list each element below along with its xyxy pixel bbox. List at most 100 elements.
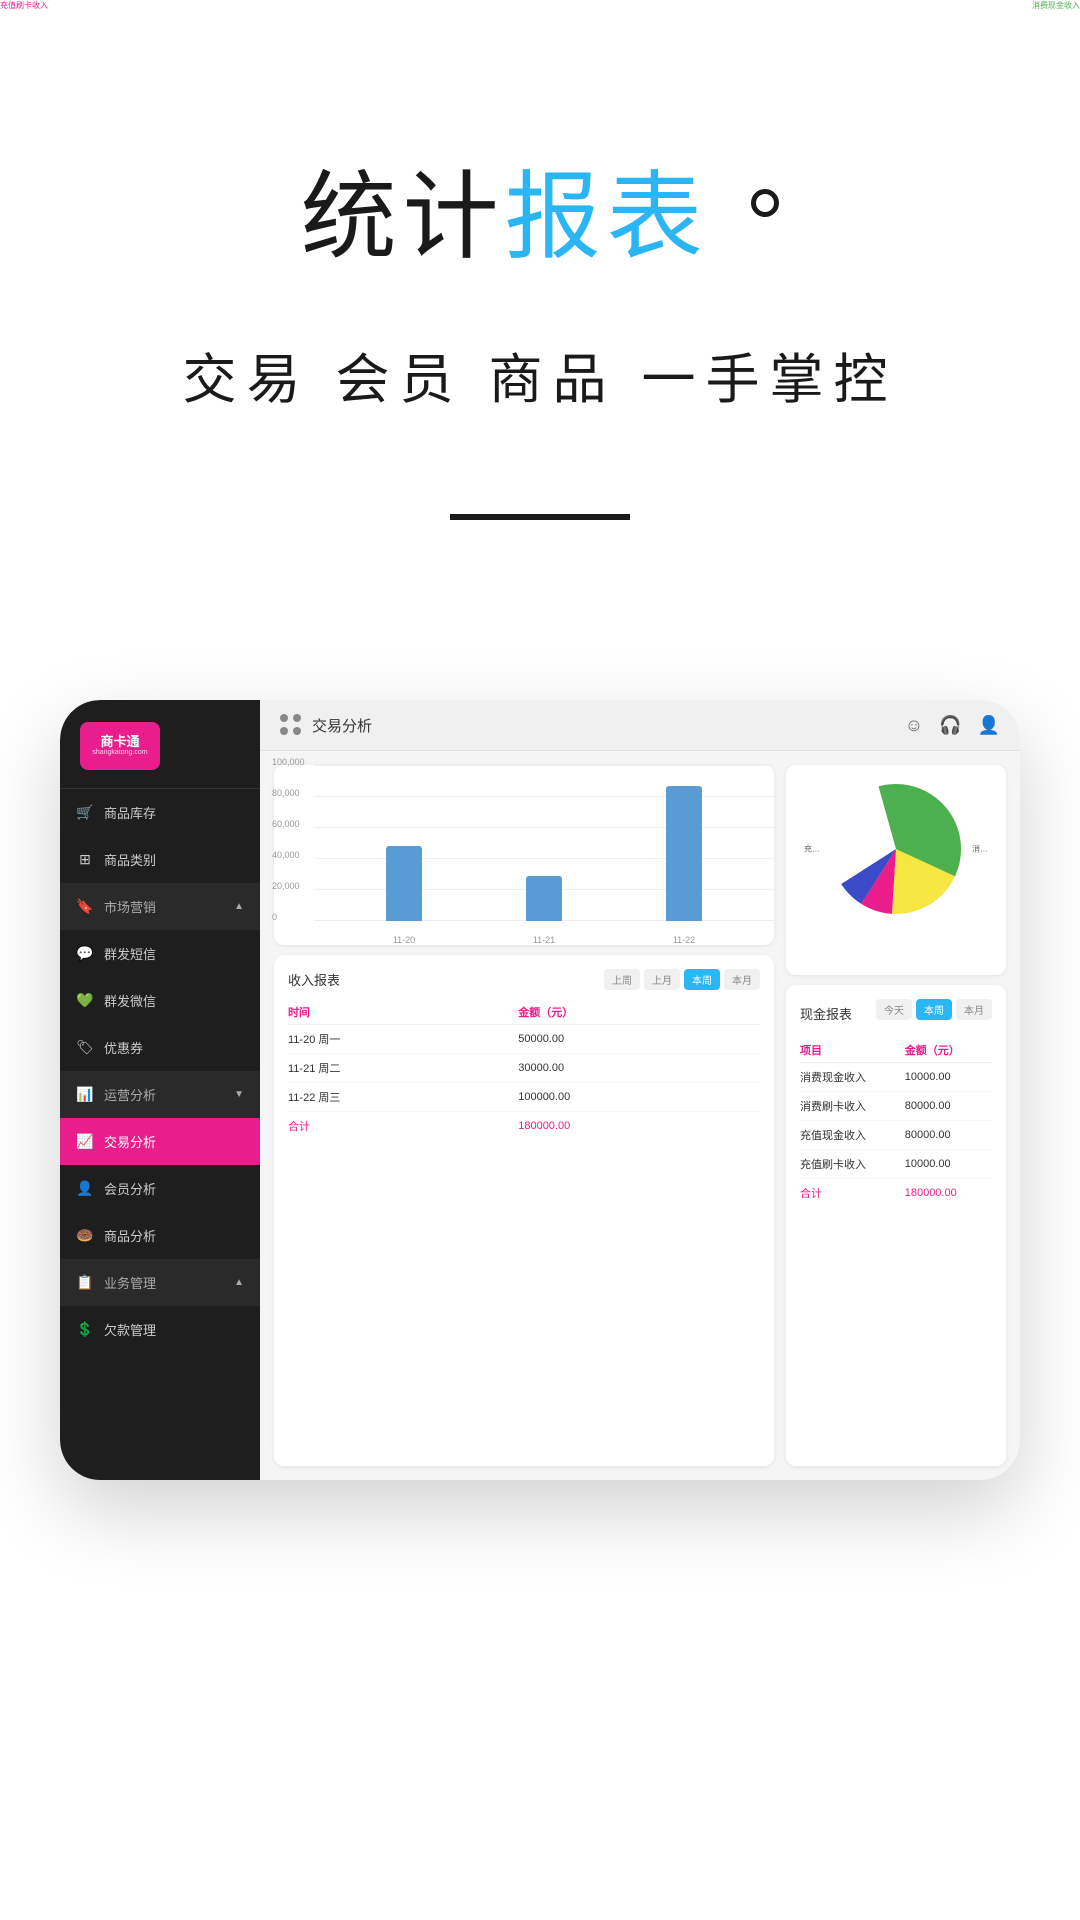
sidebar-label-business: 业务管理 [104,1273,156,1292]
sidebar-label-marketing: 市场营销 [104,897,156,916]
table-row: 11-21 周二 30000.00 [288,1054,760,1083]
main-header: 交易分析 ☺ 🎧 👤 [260,700,1020,751]
sidebar-item-operations[interactable]: 📊 运营分析 ▼ [60,1071,260,1118]
dashboard-body: 100,000 80,000 60,000 40,000 20,000 0 [260,751,1020,1480]
sidebar-label-wechat: 群发微信 [104,991,156,1010]
pie-label-right: 消… [972,844,988,855]
hero-divider [450,514,630,520]
sidebar-item-member[interactable]: 👤 会员分析 [60,1165,260,1212]
tab-this-month[interactable]: 本月 [724,969,760,990]
donut-icon: 🍩 [76,1227,94,1245]
user-profile-icon[interactable]: 👤 [978,715,1000,736]
revenue-tabs: 上周 上月 本周 本月 [604,969,760,990]
sidebar-item-coupon[interactable]: 🏷 优惠券 [60,1024,260,1071]
x-label-1122: 11-22 [673,935,695,945]
table-row: 消费现金收入 10000.00 [800,1063,992,1092]
sidebar-item-debt[interactable]: 💲 欠款管理 [60,1306,260,1353]
revenue-total-row: 合计 180000.00 [288,1112,760,1141]
cash-title: 现金报表 [800,1004,852,1023]
pie-chart-wrapper: 充… 消… [800,779,992,919]
panel-left: 100,000 80,000 60,000 40,000 20,000 0 [274,765,774,1466]
wechat-icon: 💚 [76,992,94,1010]
cash-col-amount: 金额（元） [905,1038,992,1063]
sidebar-item-marketing[interactable]: 🔖 市场营销 ▲ [60,883,260,930]
header-icons: ☺ 🎧 👤 [905,715,1000,736]
sidebar-item-wechat[interactable]: 💚 群发微信 [60,977,260,1024]
cash-tab-month[interactable]: 本月 [956,999,992,1020]
trend-icon: 📈 [76,1133,94,1151]
bar-1122 [666,786,702,921]
tab-last-month[interactable]: 上月 [644,969,680,990]
cash-tabs: 今天 本周 本月 [876,999,992,1020]
table-icon: 📋 [76,1274,94,1292]
bar-chart-x-labels: 11-20 11-21 11-22 [314,935,774,945]
sidebar-label-member: 会员分析 [104,1179,156,1198]
revenue-header: 收入报表 上周 上月 本周 本月 [288,969,760,990]
sidebar-label-coupon: 优惠券 [104,1038,143,1057]
revenue-card: 收入报表 上周 上月 本周 本月 时间 [274,955,774,1466]
arrow-up-icon: ▲ [234,901,244,912]
bar-value-1122 [666,786,702,921]
sidebar-label-trade: 交易分析 [104,1132,156,1151]
chat-icon: 💬 [76,945,94,963]
total-label: 合计 [288,1112,518,1141]
row-amount-3: 100000.00 [518,1083,760,1112]
sidebar-item-business[interactable]: 📋 业务管理 ▲ [60,1259,260,1306]
cash-total-amount: 180000.00 [905,1179,992,1208]
row-amount-2: 30000.00 [518,1054,760,1083]
bookmark-icon: 🔖 [76,898,94,916]
hero-title-highlight: 报表 [505,164,709,271]
bar-chart-icon: 📊 [76,1086,94,1104]
table-row: 11-22 周三 100000.00 [288,1083,760,1112]
row-amount-1: 50000.00 [518,1025,760,1054]
tab-last-week[interactable]: 上周 [604,969,640,990]
cash-tab-week[interactable]: 本周 [916,999,952,1020]
sidebar: 商卡通 shangkatong.com 🛒 商品库存 ⊞ 商品类别 🔖 市场营销… [60,700,260,1480]
cash-item-2: 消费刷卡收入 [800,1092,905,1121]
sidebar-item-goods-analysis[interactable]: 🍩 商品分析 [60,1212,260,1259]
hero-dot-decoration [751,189,779,217]
sidebar-label-goods-inventory: 商品库存 [104,803,156,822]
cash-item-4: 充值刷卡收入 [800,1150,905,1179]
emoji-icon[interactable]: ☺ [905,715,923,736]
tab-this-week[interactable]: 本周 [684,969,720,990]
grid-icon: ⊞ [76,851,94,869]
pie-side-labels: 充… 消… [800,844,992,855]
cash-report-card: 现金报表 今天 本周 本月 项目 金额（元） [786,985,1006,1466]
cart-icon: 🛒 [76,804,94,822]
x-label-1120: 11-20 [393,935,415,945]
cash-total-label: 合计 [800,1179,905,1208]
cash-item-3: 充值现金收入 [800,1121,905,1150]
cash-table: 项目 金额（元） 消费现金收入 10000.00 消费刷卡收 [800,1038,992,1207]
total-amount: 180000.00 [518,1112,760,1141]
cash-amount-4: 10000.00 [905,1150,992,1179]
sidebar-item-goods-category[interactable]: ⊞ 商品类别 [60,836,260,883]
sidebar-item-trade[interactable]: 📈 交易分析 [60,1118,260,1165]
bar-value-1121 [526,876,562,921]
sidebar-item-goods-inventory[interactable]: 🛒 商品库存 [60,789,260,836]
sidebar-label-operations: 运营分析 [104,1085,156,1104]
logo: 商卡通 shangkatong.com [80,722,160,770]
cash-header: 现金报表 今天 本周 本月 [800,999,992,1028]
sidebar-item-sms[interactable]: 💬 群发短信 [60,930,260,977]
cash-col-item: 项目 [800,1038,905,1063]
arrow-up-icon2: ▲ [234,1277,244,1288]
sidebar-label-sms: 群发短信 [104,944,156,963]
cash-tab-today[interactable]: 今天 [876,999,912,1020]
table-row: 充值刷卡收入 10000.00 [800,1150,992,1179]
col-date: 时间 [288,1000,518,1025]
table-row: 11-20 周一 50000.00 [288,1025,760,1054]
menu-dots[interactable] [280,714,302,736]
revenue-title: 收入报表 [288,970,340,989]
header-title: 交易分析 [312,715,372,736]
hero-title-prefix: 统计 [301,164,505,271]
bar-1120 [386,846,422,921]
sidebar-nav: 🛒 商品库存 ⊞ 商品类别 🔖 市场营销 ▲ 💬 群发短信 💚 [60,789,260,1480]
headphone-icon[interactable]: 🎧 [939,715,961,736]
bar-chart-bars [314,765,774,921]
x-label-1121: 11-21 [533,935,555,945]
sidebar-label-goods-analysis: 商品分析 [104,1226,156,1245]
bar-1121 [526,876,562,921]
tag-icon: 🏷 [76,1039,94,1057]
cash-amount-3: 80000.00 [905,1121,992,1150]
